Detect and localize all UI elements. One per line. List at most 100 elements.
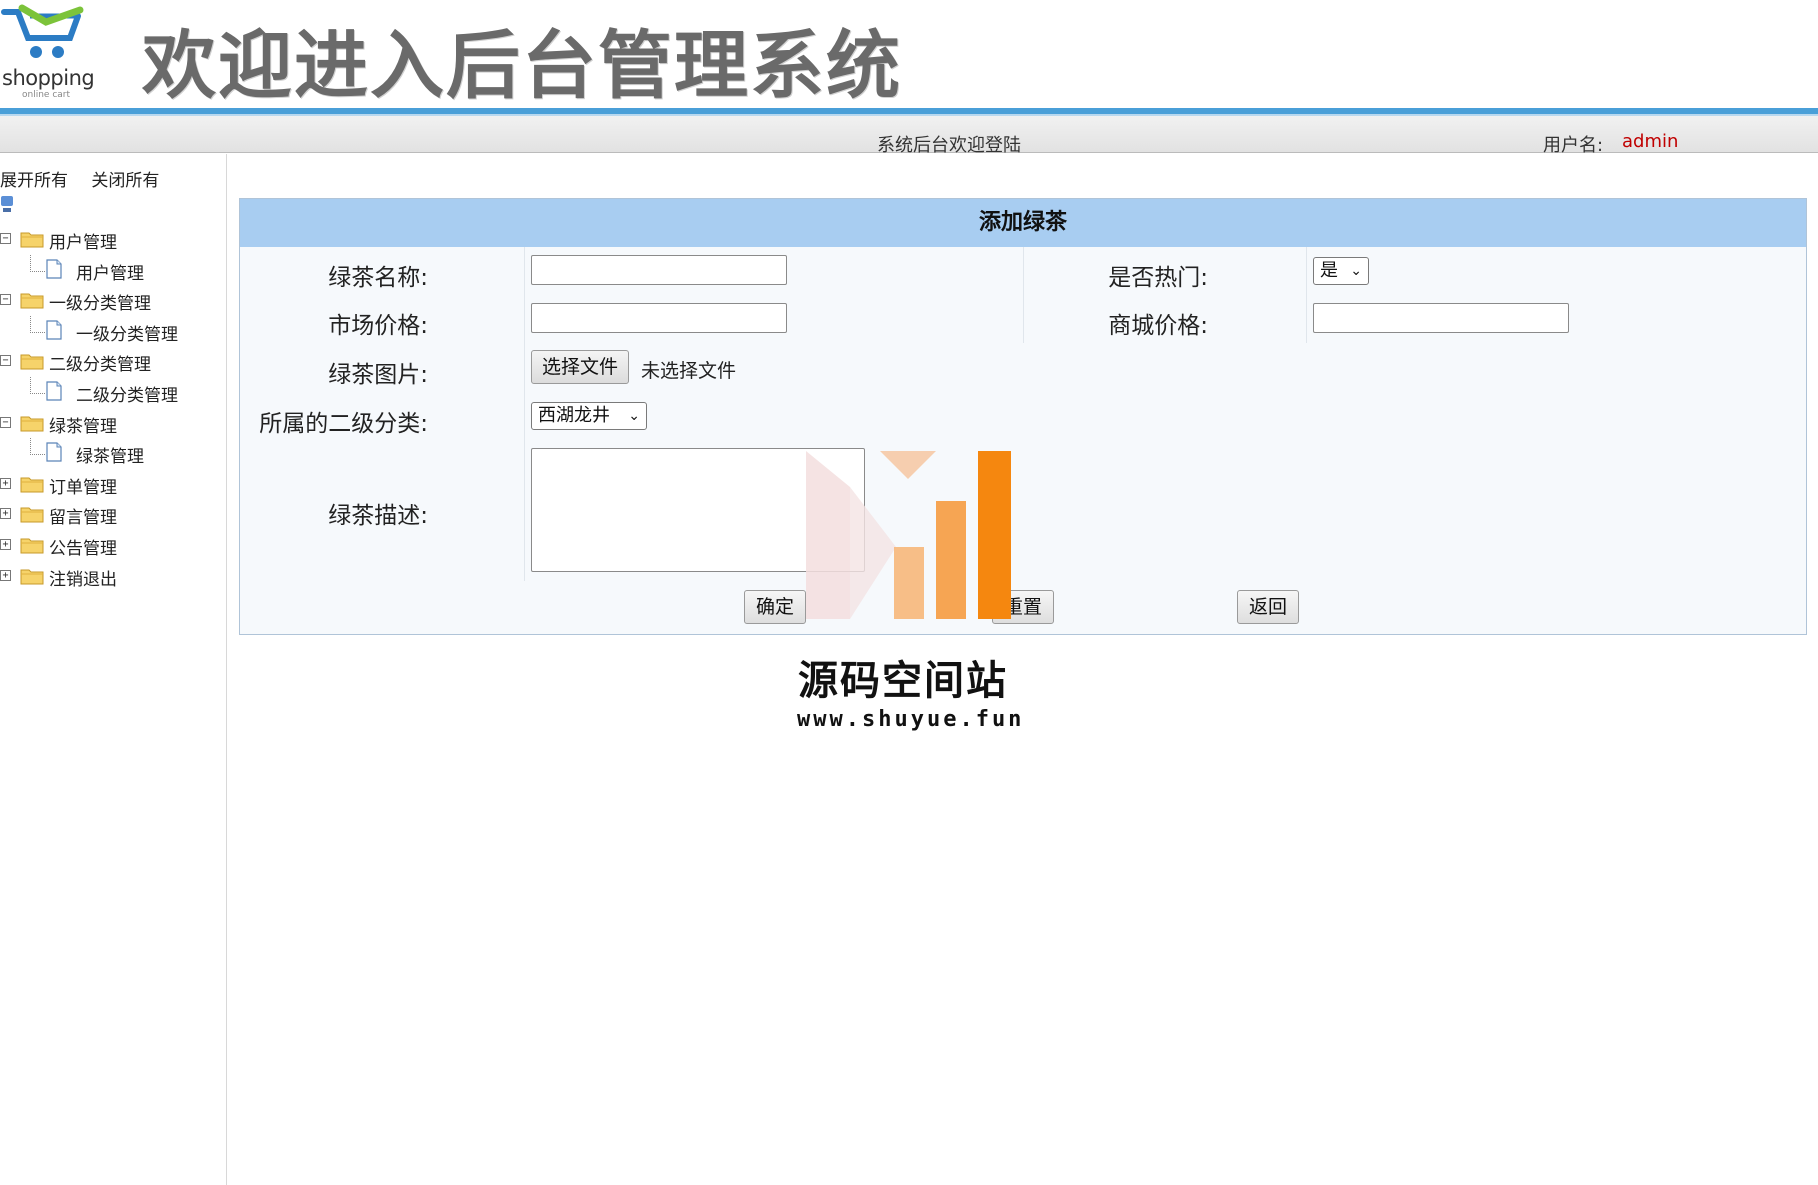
cell-divider bbox=[524, 441, 525, 581]
cell-divider bbox=[524, 393, 525, 441]
add-greentea-form: 添加绿茶 绿茶名称: 是否热门: 是 ⌄ 市场价格: 商城价格: 绿茶图片: 选… bbox=[239, 198, 1807, 635]
sidebar-subitem[interactable]: 一级分类管理 bbox=[0, 315, 226, 347]
folder-icon bbox=[20, 536, 44, 554]
username-value: admin bbox=[1622, 131, 1679, 152]
sidebar-item[interactable]: − 二级分类管理 bbox=[0, 346, 226, 377]
sidebar-item-label: 留言管理 bbox=[49, 508, 117, 529]
tree-branch-line bbox=[30, 376, 45, 394]
sidebar-item[interactable]: + 注销退出 bbox=[0, 561, 226, 592]
header: shopping online cart 欢迎进入后台管理系统 bbox=[0, 0, 1818, 109]
document-icon bbox=[46, 258, 62, 279]
sidebar-item-label: 一级分类管理 bbox=[49, 294, 151, 315]
sidebar-item[interactable]: − 用户管理 bbox=[0, 224, 226, 255]
watermark-name: 源码空间站 bbox=[798, 658, 1008, 704]
folder-icon bbox=[20, 291, 44, 309]
folder-icon bbox=[20, 567, 44, 585]
expand-all-link[interactable]: 展开所有 bbox=[0, 171, 68, 191]
back-button[interactable]: 返回 bbox=[1237, 590, 1300, 624]
sidebar-item[interactable]: + 留言管理 bbox=[0, 499, 226, 530]
category-label: 所属的二级分类: bbox=[259, 411, 428, 437]
cell-divider bbox=[1023, 247, 1024, 295]
collapse-icon[interactable]: − bbox=[0, 355, 11, 367]
image-label: 绿茶图片: bbox=[328, 362, 428, 388]
tree-controls: 展开所有 关闭所有 bbox=[0, 166, 159, 191]
tree-branch-line bbox=[30, 315, 45, 333]
sidebar-item-label: 绿茶管理 bbox=[49, 416, 117, 437]
sidebar-subitem-label: 一级分类管理 bbox=[76, 324, 178, 345]
cell-divider bbox=[1023, 295, 1024, 343]
shopping-cart-logo: shopping online cart bbox=[0, 2, 110, 102]
sidebar-item-label: 注销退出 bbox=[49, 569, 117, 590]
hot-select[interactable]: 是 ⌄ bbox=[1313, 257, 1369, 285]
cell-divider bbox=[1306, 295, 1307, 343]
sidebar-subitem[interactable]: 二级分类管理 bbox=[0, 376, 226, 408]
form-row-image: 绿茶图片: 选择文件 未选择文件 bbox=[240, 343, 1806, 394]
cell-divider bbox=[524, 247, 525, 295]
document-icon bbox=[46, 442, 62, 462]
sidebar: 展开所有 关闭所有 − 用户管理 用户管理 − 一级分类管理 一级分类管理 − 二级分类管理二… bbox=[0, 154, 227, 1185]
cell-divider bbox=[524, 295, 525, 343]
sidebar-item[interactable]: + 公告管理 bbox=[0, 530, 226, 561]
expand-icon[interactable]: + bbox=[0, 508, 11, 520]
hot-label: 是否热门: bbox=[1108, 265, 1208, 291]
shop-price-label: 商城价格: bbox=[1108, 313, 1208, 339]
welcome-text: 系统后台欢迎登陆 bbox=[877, 135, 1021, 156]
shop-price-input[interactable] bbox=[1313, 303, 1569, 333]
document-icon bbox=[46, 381, 62, 401]
desc-label: 绿茶描述: bbox=[328, 503, 428, 529]
collapse-icon[interactable]: − bbox=[0, 294, 11, 306]
collapse-icon[interactable]: − bbox=[0, 233, 11, 244]
collapse-icon[interactable]: − bbox=[0, 416, 11, 428]
market-price-label: 市场价格: bbox=[328, 313, 428, 339]
form-title: 添加绿茶 bbox=[240, 199, 1806, 247]
sidebar-item-label: 用户管理 bbox=[49, 233, 117, 253]
folder-icon bbox=[20, 352, 44, 370]
sidebar-subitem-label: 用户管理 bbox=[76, 263, 144, 284]
expand-icon[interactable]: + bbox=[0, 477, 11, 489]
hot-select-value: 是 bbox=[1320, 260, 1338, 281]
tree-branch-line bbox=[30, 438, 45, 456]
cell-divider bbox=[1306, 247, 1307, 295]
name-input[interactable] bbox=[531, 255, 787, 285]
cell-divider bbox=[524, 343, 525, 393]
form-row-name: 绿茶名称: 是否热门: 是 ⌄ bbox=[240, 247, 1806, 296]
confirm-button[interactable]: 确定 bbox=[744, 590, 807, 624]
logo-subtext: online cart bbox=[22, 90, 71, 100]
file-status-text: 未选择文件 bbox=[641, 360, 737, 382]
form-row-price: 市场价格: 商城价格: bbox=[240, 295, 1806, 344]
folder-icon bbox=[20, 230, 44, 248]
username-label: 用户名: bbox=[1543, 135, 1604, 156]
form-row-description: 绿茶描述: bbox=[240, 441, 1806, 582]
logo-text: shopping bbox=[2, 66, 95, 90]
name-label: 绿茶名称: bbox=[328, 265, 428, 291]
sidebar-item[interactable]: − 一级分类管理 bbox=[0, 285, 226, 316]
expand-icon[interactable]: + bbox=[0, 569, 11, 581]
tree-branch-line bbox=[30, 254, 45, 272]
expand-icon[interactable]: + bbox=[0, 538, 11, 550]
tree-root-icon bbox=[1, 196, 13, 212]
sidebar-item-label: 订单管理 bbox=[49, 477, 117, 498]
sidebar-item[interactable]: + 订单管理 bbox=[0, 469, 226, 500]
form-row-category: 所属的二级分类: 西湖龙井 ⌄ bbox=[240, 393, 1806, 442]
sidebar-subitem-label: 绿茶管理 bbox=[76, 447, 144, 468]
folder-icon bbox=[20, 475, 44, 493]
sidebar-item[interactable]: − 绿茶管理 bbox=[0, 408, 226, 439]
sidebar-subitem[interactable]: 用户管理 bbox=[0, 254, 226, 286]
sidebar-item-label: 公告管理 bbox=[49, 538, 117, 559]
watermark-logo bbox=[806, 451, 1011, 619]
category-select-value: 西湖龙井 bbox=[538, 405, 610, 426]
sidebar-subitem[interactable]: 绿茶管理 bbox=[0, 438, 226, 469]
site-title: 欢迎进入后台管理系统 bbox=[142, 23, 902, 109]
collapse-all-link[interactable]: 关闭所有 bbox=[91, 171, 159, 191]
folder-icon bbox=[20, 505, 44, 523]
market-price-input[interactable] bbox=[531, 303, 787, 333]
category-select[interactable]: 西湖龙井 ⌄ bbox=[531, 402, 647, 430]
form-row-actions: 确定 重置 返回 bbox=[240, 581, 1806, 633]
nav-tree: − 用户管理 用户管理 − 一级分类管理 一级分类管理 − 二级分类管理 二级分类管理 − 绿茶管理… bbox=[0, 224, 226, 591]
choose-file-button[interactable]: 选择文件 bbox=[531, 350, 630, 384]
sidebar-item-label: 二级分类管理 bbox=[49, 355, 151, 376]
folder-icon bbox=[20, 414, 44, 432]
sidebar-subitem-label: 二级分类管理 bbox=[76, 385, 178, 406]
chevron-down-icon: ⌄ bbox=[1350, 263, 1362, 279]
document-icon bbox=[46, 320, 62, 340]
